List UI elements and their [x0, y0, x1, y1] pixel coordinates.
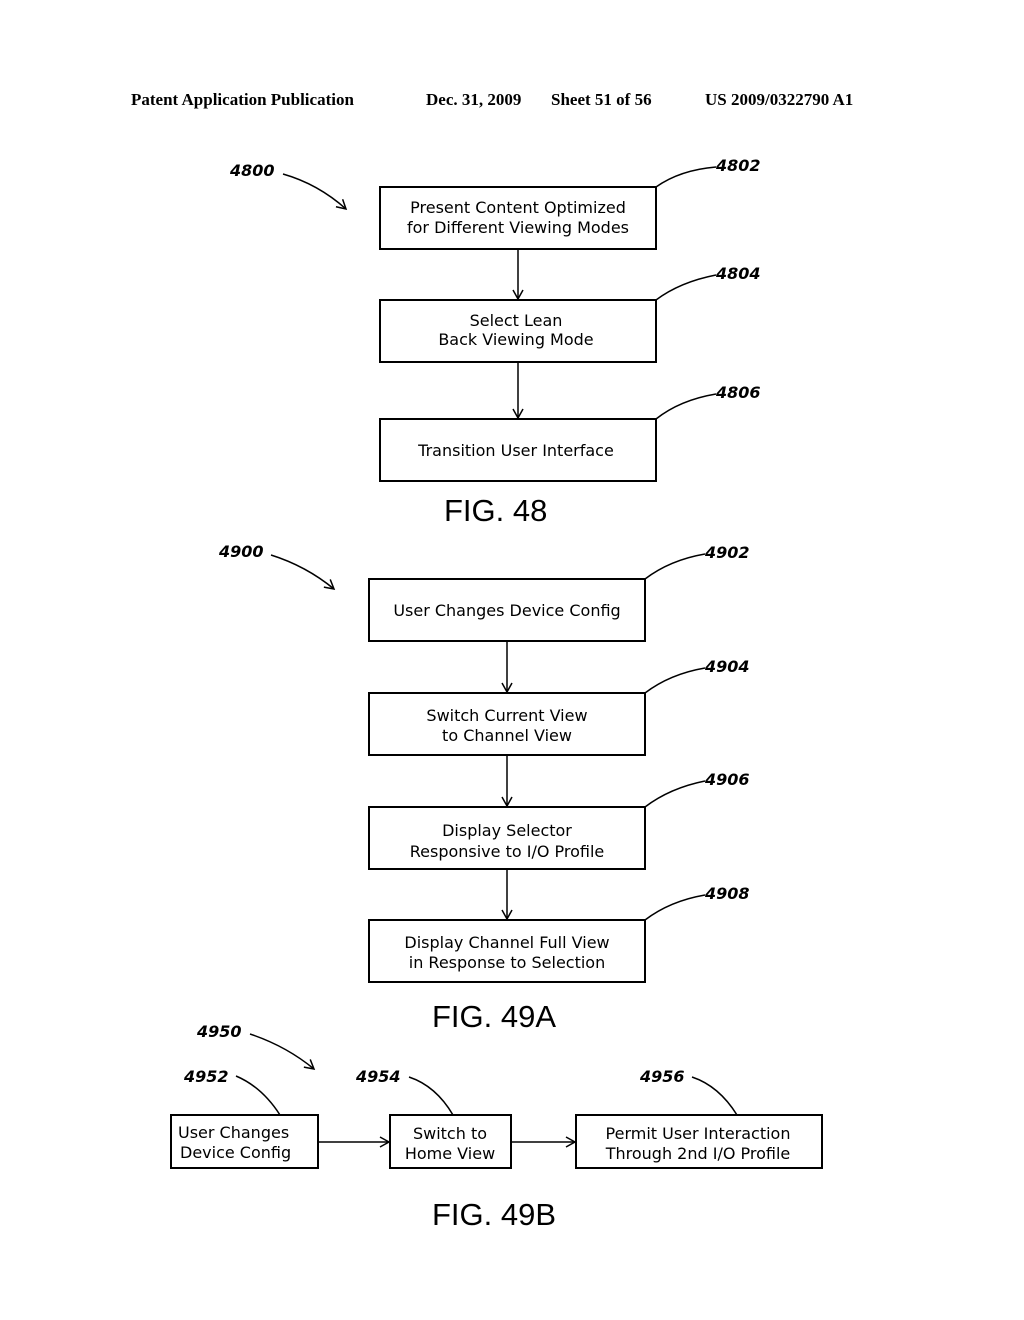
step-ref: 4904 [704, 657, 750, 676]
box-text-line: for Different Viewing Modes [407, 218, 629, 237]
box-text-line: Select Lean [470, 311, 563, 330]
step-ref: 4902 [704, 543, 750, 562]
step-ref: 4954 [355, 1067, 401, 1086]
box-text-line: to Channel View [442, 726, 572, 745]
fig49b-step-4956: Permit User Interaction Through 2nd I/O … [575, 1067, 823, 1169]
fig49a: 4900 User Changes Device Config 4902 Swi… [218, 542, 750, 1034]
fig49a-step-4904: Switch Current View to Channel View 4904 [368, 657, 750, 756]
box-text-line: Switch to [413, 1124, 487, 1143]
fig48-step-4806: Transition User Interface 4806 [379, 383, 761, 482]
leader-line [691, 1076, 738, 1116]
fig49b: 4950 User Changes Device Config 4952 Swi… [170, 1022, 823, 1232]
leader-line [655, 166, 717, 188]
step-ref: 4908 [704, 884, 750, 903]
box-text-line: Responsive to I/O Profile [410, 842, 605, 861]
step-ref: 4952 [183, 1067, 229, 1086]
leader-line [235, 1075, 281, 1116]
box-text-line: User Changes [178, 1123, 289, 1142]
fig49b-ref: 4950 [196, 1022, 242, 1041]
fig49b-step-4952: User Changes Device Config 4952 [170, 1067, 319, 1169]
box-text-line: Transition User Interface [417, 441, 614, 460]
patent-figures: 4800 Present Content Optimized for Diffe… [170, 156, 823, 1232]
fig49a-step-4908: Display Channel Full View in Response to… [368, 884, 750, 983]
leader-line [644, 667, 706, 694]
step-ref: 4802 [715, 156, 761, 175]
step-ref: 4806 [715, 383, 761, 402]
step-ref: 4804 [715, 264, 761, 283]
fig48-step-4802: Present Content Optimized for Different … [379, 156, 761, 250]
step-ref: 4956 [639, 1067, 685, 1086]
fig49b-caption: FIG. 49B [432, 1197, 556, 1232]
fig49b-pointer-arrow [249, 1033, 316, 1070]
box-text-line: Display Channel Full View [404, 933, 609, 952]
box-text-line: Display Selector [442, 821, 572, 840]
box-text-line: Switch Current View [426, 706, 587, 725]
box-text-line: Device Config [180, 1143, 291, 1162]
box-text-line: Permit User Interaction [606, 1124, 791, 1143]
box-text-line: Home View [405, 1144, 495, 1163]
box-text-line: Through 2nd I/O Profile [605, 1144, 791, 1163]
box-text-line: User Changes Device Config [393, 601, 620, 620]
fig49a-pointer-arrow [270, 554, 336, 590]
step-ref: 4906 [704, 770, 750, 789]
leader-line [408, 1076, 454, 1116]
fig48-pointer-arrow [282, 173, 348, 211]
fig49a-ref: 4900 [218, 542, 264, 561]
fig49a-caption: FIG. 49A [432, 999, 556, 1034]
leader-line [655, 274, 717, 301]
fig48-step-4804: Select Lean Back Viewing Mode 4804 [379, 264, 761, 363]
leader-line [644, 894, 706, 921]
fig48-ref: 4800 [229, 161, 275, 180]
fig48: 4800 Present Content Optimized for Diffe… [229, 156, 761, 528]
leader-line [644, 553, 706, 580]
fig49a-step-4906: Display Selector Responsive to I/O Profi… [368, 770, 750, 870]
fig49b-step-4954: Switch to Home View 4954 [355, 1067, 512, 1169]
leader-line [644, 780, 706, 808]
fig49a-step-4902: User Changes Device Config 4902 [368, 543, 750, 642]
box-text-line: Back Viewing Mode [438, 330, 593, 349]
box-text-line: in Response to Selection [409, 953, 605, 972]
fig48-caption: FIG. 48 [444, 493, 547, 528]
box-text-line: Present Content Optimized [410, 198, 626, 217]
leader-line [655, 393, 717, 420]
